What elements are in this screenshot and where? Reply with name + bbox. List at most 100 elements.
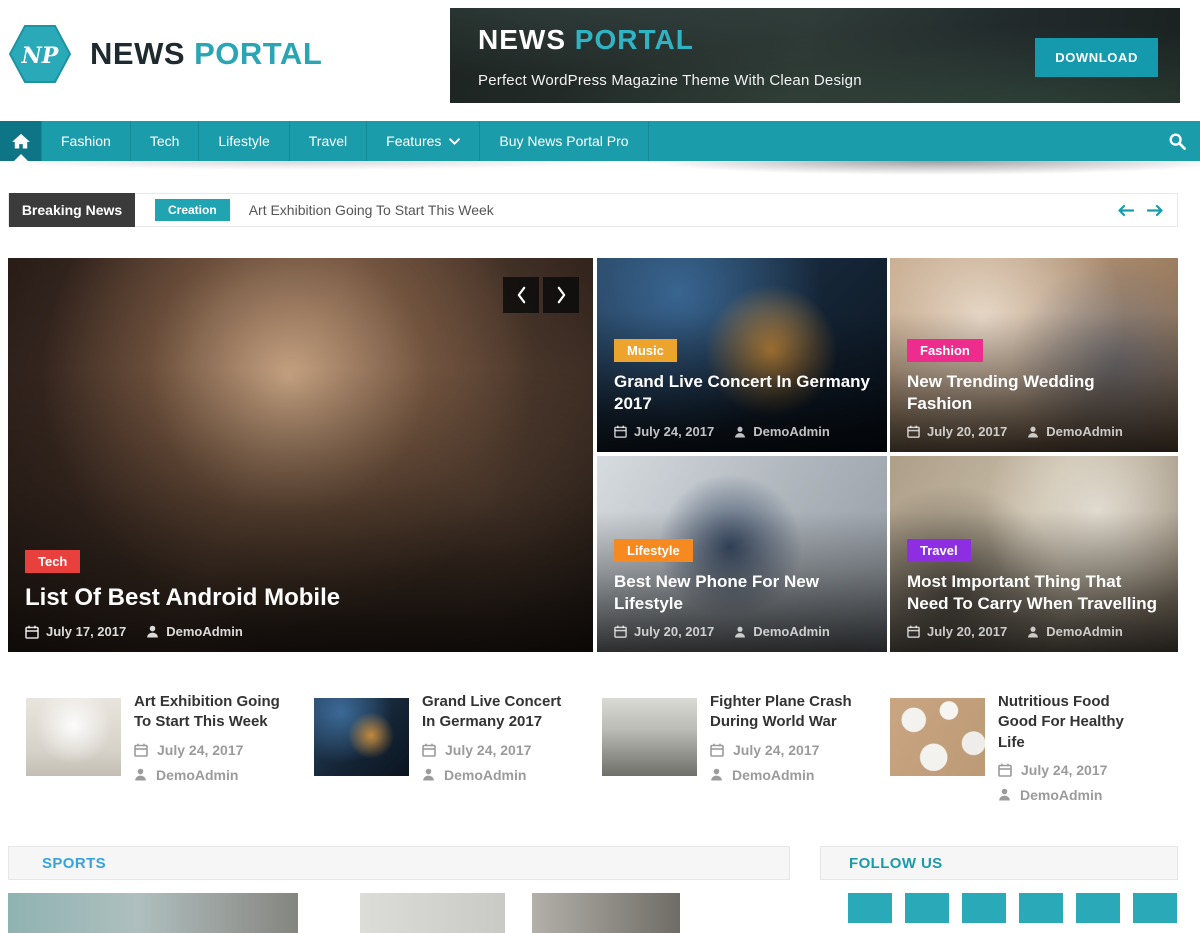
- post-date: July 24, 2017: [157, 741, 244, 758]
- social-button[interactable]: [905, 893, 949, 923]
- post-meta: July 20, 2017 DemoAdmin: [614, 624, 873, 639]
- follow-us-section-header: FOLLOW US: [820, 846, 1178, 880]
- ticker-controls: [1117, 204, 1164, 217]
- sports-post-image[interactable]: [360, 893, 505, 933]
- banner-tagline: Perfect WordPress Magazine Theme With Cl…: [478, 72, 862, 89]
- featured-post-title[interactable]: Grand Live Concert In Germany 2017: [614, 371, 873, 415]
- social-follow-buttons: [848, 893, 1177, 923]
- calendar-icon: [422, 743, 436, 757]
- social-button[interactable]: [848, 893, 892, 923]
- social-button[interactable]: [1019, 893, 1063, 923]
- ticker-category-badge: Creation: [155, 199, 230, 221]
- post-title-link[interactable]: Grand Live Concert In Germany 2017: [422, 692, 576, 733]
- sports-post-image[interactable]: [8, 893, 298, 933]
- calendar-icon: [25, 625, 39, 639]
- chevron-down-icon: [449, 137, 461, 145]
- chevron-left-icon: [517, 286, 525, 304]
- nav-item-features[interactable]: Features: [366, 121, 479, 161]
- author-icon: [146, 625, 159, 638]
- download-button[interactable]: DOWNLOAD: [1035, 38, 1158, 77]
- list-item: Art Exhibition Going To Start This Week …: [26, 692, 314, 803]
- post-meta: DemoAdmin: [710, 767, 864, 783]
- featured-post-title[interactable]: List Of Best Android Mobile: [25, 582, 579, 613]
- post-meta: July 20, 2017 DemoAdmin: [907, 624, 1164, 639]
- site-title-secondary: PORTAL: [194, 36, 323, 71]
- ticker-prev-arrow-icon[interactable]: [1117, 204, 1134, 217]
- recent-posts-row: Art Exhibition Going To Start This Week …: [8, 692, 1178, 803]
- nav-item-fashion[interactable]: Fashion: [41, 121, 130, 161]
- ticker-next-arrow-icon[interactable]: [1147, 204, 1164, 217]
- slider-prev-button[interactable]: [503, 277, 539, 313]
- search-icon: [1169, 133, 1186, 150]
- category-badge[interactable]: Tech: [25, 549, 81, 573]
- site-title[interactable]: NEWS PORTAL: [90, 36, 322, 72]
- nav-shadow: [0, 161, 1200, 185]
- post-title-link[interactable]: Fighter Plane Crash During World War: [710, 692, 864, 733]
- post-meta: July 24, 2017: [422, 742, 576, 758]
- post-meta: July 24, 2017 DemoAdmin: [614, 424, 873, 439]
- search-button[interactable]: [1154, 121, 1200, 161]
- calendar-icon: [614, 625, 627, 638]
- featured-slider-main[interactable]: Tech List Of Best Android Mobile July 17…: [8, 258, 593, 652]
- sports-section-header: SPORTS: [8, 846, 790, 880]
- category-badge[interactable]: Lifestyle: [614, 538, 693, 562]
- post-meta: July 20, 2017 DemoAdmin: [907, 424, 1164, 439]
- post-thumbnail[interactable]: [890, 698, 985, 776]
- category-badge[interactable]: Music: [614, 338, 677, 362]
- featured-tile-travel[interactable]: Travel Most Important Thing That Need To…: [890, 456, 1178, 652]
- social-button[interactable]: [1076, 893, 1120, 923]
- calendar-icon: [907, 625, 920, 638]
- list-item: Fighter Plane Crash During World War Jul…: [602, 692, 890, 803]
- author-icon: [134, 768, 147, 781]
- nav-item-travel[interactable]: Travel: [288, 121, 366, 161]
- breaking-news-label: Breaking News: [9, 193, 135, 227]
- nav-item-buy-pro[interactable]: Buy News Portal Pro: [479, 121, 649, 161]
- post-author: DemoAdmin: [1046, 624, 1123, 639]
- chevron-right-icon: [557, 286, 565, 304]
- calendar-icon: [998, 763, 1012, 777]
- nav-item-tech[interactable]: Tech: [129, 121, 199, 161]
- post-author: DemoAdmin: [444, 766, 527, 783]
- post-thumbnail[interactable]: [314, 698, 409, 776]
- author-icon: [734, 626, 746, 638]
- post-author: DemoAdmin: [753, 424, 830, 439]
- featured-post-title[interactable]: Most Important Thing That Need To Carry …: [907, 571, 1164, 615]
- featured-post-title[interactable]: New Trending Wedding Fashion: [907, 371, 1164, 415]
- post-author: DemoAdmin: [166, 624, 243, 639]
- post-meta: DemoAdmin: [422, 767, 576, 783]
- site-logo[interactable]: NP NEWS PORTAL: [8, 24, 322, 84]
- post-author: DemoAdmin: [753, 624, 830, 639]
- post-thumbnail[interactable]: [26, 698, 121, 776]
- calendar-icon: [614, 425, 627, 438]
- post-title-link[interactable]: Nutritious Food Good For Healthy Life: [998, 692, 1152, 753]
- post-thumbnail[interactable]: [602, 698, 697, 776]
- list-item: Nutritious Food Good For Healthy Life Ju…: [890, 692, 1178, 803]
- featured-post-title[interactable]: Best New Phone For New Lifestyle: [614, 571, 873, 615]
- social-button[interactable]: [1133, 893, 1177, 923]
- post-date: July 20, 2017: [634, 624, 715, 639]
- post-meta: DemoAdmin: [134, 767, 288, 783]
- post-author: DemoAdmin: [1046, 424, 1123, 439]
- slider-controls: [503, 277, 579, 313]
- post-date: July 20, 2017: [927, 624, 1008, 639]
- featured-tile-fashion[interactable]: Fashion New Trending Wedding Fashion Jul…: [890, 258, 1178, 452]
- site-title-primary: NEWS: [90, 36, 185, 71]
- nav-item-lifestyle[interactable]: Lifestyle: [198, 121, 288, 161]
- section-title: SPORTS: [42, 854, 107, 872]
- slider-next-button[interactable]: [543, 277, 579, 313]
- ticker-headline-link[interactable]: Art Exhibition Going To Start This Week: [249, 202, 494, 218]
- featured-tile-music[interactable]: Music Grand Live Concert In Germany 2017…: [597, 258, 887, 452]
- post-title-link[interactable]: Art Exhibition Going To Start This Week: [134, 692, 288, 733]
- category-badge[interactable]: Fashion: [907, 338, 983, 362]
- post-date: July 24, 2017: [1021, 761, 1108, 778]
- category-badge[interactable]: Travel: [907, 538, 971, 562]
- logo-hexagon-icon: NP: [8, 25, 72, 83]
- sports-post-image[interactable]: [532, 893, 680, 933]
- post-date: July 20, 2017: [927, 424, 1008, 439]
- nav-home-item[interactable]: [0, 121, 41, 161]
- post-meta: July 24, 2017: [710, 742, 864, 758]
- author-icon: [1027, 426, 1039, 438]
- featured-tile-lifestyle[interactable]: Lifestyle Best New Phone For New Lifesty…: [597, 456, 887, 652]
- post-author: DemoAdmin: [732, 766, 815, 783]
- social-button[interactable]: [962, 893, 1006, 923]
